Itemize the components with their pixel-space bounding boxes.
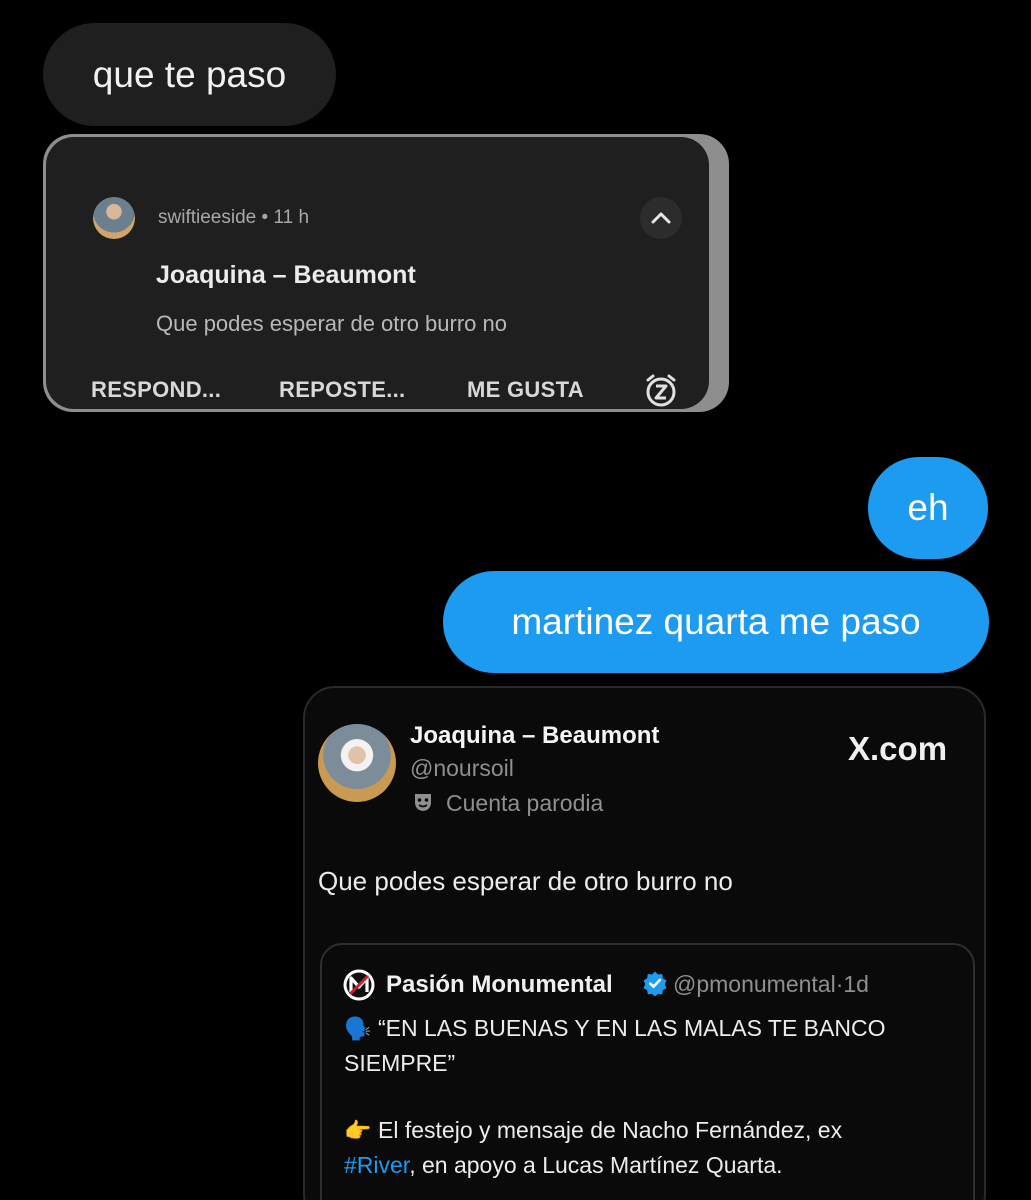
notification-username: swiftieeside: [158, 207, 257, 228]
snooze-alarm-icon[interactable]: [643, 372, 679, 408]
notification-screenshot[interactable]: swiftieeside • 11 h Joaquina – Beaumont …: [43, 134, 729, 412]
quoted-text-line: 👉 El festejo y mensaje de Nacho Fernández…: [344, 1117, 842, 1144]
parody-mask-icon: [412, 791, 434, 813]
quoted-text-line: 🗣️ “EN LAS BUENAS Y EN LAS MALAS TE BANCO: [344, 1015, 885, 1042]
quoted-text: El festejo y mensaje de Nacho Fernández,…: [378, 1117, 843, 1143]
quoted-tweet[interactable]: Pasión Monumental @pmonumental·1d 🗣️ “EN …: [320, 943, 975, 1200]
outgoing-message-bubble[interactable]: eh: [868, 457, 988, 559]
incoming-message-text: que te paso: [92, 53, 287, 95]
quoted-text-line: SIEMPRE”: [344, 1050, 455, 1077]
parody-account-label: Cuenta parodia: [446, 790, 604, 816]
notification-body: Que podes esperar de otro burro no: [156, 311, 508, 336]
outgoing-message-text: eh: [907, 487, 949, 528]
quoted-author-name[interactable]: Pasión Monumental: [386, 971, 613, 999]
notification-repost-button[interactable]: REPOSTE...: [279, 377, 405, 403]
quoted-author-handle: @pmonumental: [673, 971, 836, 997]
quoted-time: 1d: [843, 971, 869, 997]
tweet-embed-card[interactable]: Joaquina – Beaumont @noursoil Cuenta par…: [303, 686, 986, 1200]
outgoing-message-bubble[interactable]: martinez quarta me paso: [443, 571, 989, 673]
pointing-hand-emoji: 👉: [344, 1118, 372, 1143]
verified-badge-icon: [642, 970, 668, 997]
notification-separator: •: [261, 207, 269, 228]
quoted-text: SIEMPRE”: [344, 1050, 456, 1076]
speaking-head-emoji: 🗣️: [344, 1016, 372, 1041]
chevron-up-icon[interactable]: [640, 197, 682, 239]
tweet-author-avatar[interactable]: [318, 724, 396, 802]
notification-actions: RESPOND... REPOSTE... ME GUSTA: [46, 374, 709, 411]
chat-screen: que te paso swiftieeside • 11 h Joaquina…: [0, 0, 1031, 1200]
quoted-text: “EN LAS BUENAS Y EN LAS MALAS TE BANCO: [378, 1015, 886, 1041]
tweet-text: Que podes esperar de otro burro no: [318, 866, 733, 896]
notification-card: swiftieeside • 11 h Joaquina – Beaumont …: [46, 137, 709, 409]
notification-like-button[interactable]: ME GUSTA: [467, 377, 584, 403]
notification-time: 11 h: [273, 207, 310, 228]
notification-reply-button[interactable]: RESPOND...: [91, 377, 221, 403]
x-brand-label: X.com: [848, 730, 948, 767]
quoted-text-line: #River, en apoyo a Lucas Martínez Quarta…: [344, 1152, 783, 1179]
hashtag-link[interactable]: #River: [344, 1152, 409, 1178]
incoming-message-bubble[interactable]: que te paso: [43, 23, 336, 126]
tweet-author-name[interactable]: Joaquina – Beaumont: [410, 722, 659, 750]
pasion-monumental-logo-icon: [342, 968, 376, 1002]
notification-title: Joaquina – Beaumont: [156, 261, 416, 289]
tweet-author-handle: @noursoil: [410, 755, 514, 781]
quoted-author-meta: @pmonumental·1d: [673, 971, 869, 998]
notification-avatar: [93, 197, 135, 239]
quoted-text: , en apoyo a Lucas Martínez Quarta.: [409, 1152, 783, 1178]
notification-meta: swiftieeside • 11 h: [158, 207, 309, 229]
outgoing-message-text: martinez quarta me paso: [511, 601, 921, 642]
